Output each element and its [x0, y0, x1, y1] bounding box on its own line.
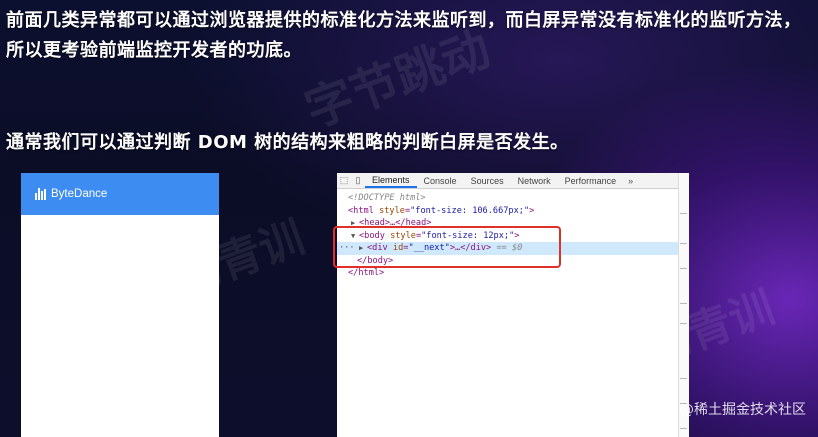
- device-toggle-icon[interactable]: ▯: [351, 173, 365, 188]
- highlight-box: [333, 226, 561, 268]
- brand-name: ByteDance: [51, 188, 108, 200]
- site-watermark: @稀土掘金技术社区: [680, 402, 806, 418]
- html-attr-value: "font-size: 106.667px;": [410, 205, 530, 216]
- inspect-element-icon[interactable]: ⬚: [337, 173, 351, 188]
- intro-paragraph: 前面几类异常都可以通过浏览器提供的标准化方法来监听到，而白屏异常没有标准化的监听…: [6, 10, 802, 61]
- tab-console[interactable]: Console: [417, 173, 464, 188]
- html-tag: <html: [348, 205, 374, 216]
- dom-line-html-close[interactable]: </html>: [337, 267, 689, 280]
- more-tabs-icon[interactable]: »: [623, 173, 638, 188]
- html-attr: style: [379, 205, 405, 216]
- tab-elements[interactable]: Elements: [365, 173, 417, 188]
- tab-performance[interactable]: Performance: [558, 173, 624, 188]
- app-header-bar: ByteDance: [21, 173, 219, 215]
- bytedance-logo-icon: [35, 188, 46, 200]
- tab-sources[interactable]: Sources: [464, 173, 511, 188]
- devtools-tabbar: ⬚ ▯ Elements Console Sources Network Per…: [337, 173, 689, 189]
- styles-pane-edge: [678, 173, 689, 437]
- devtools-panel: ⬚ ▯ Elements Console Sources Network Per…: [337, 173, 689, 437]
- doctype-text: <!DOCTYPE html>: [348, 193, 426, 203]
- html-close-tag: </html>: [348, 268, 385, 278]
- dom-line-html[interactable]: <html style="font-size: 106.667px;">: [337, 205, 689, 218]
- dom-line-doctype[interactable]: <!DOCTYPE html>: [337, 192, 689, 205]
- dom-check-paragraph: 通常我们可以通过判断 DOM 树的结构来粗略的判断白屏是否发生。: [6, 132, 569, 153]
- tab-network[interactable]: Network: [511, 173, 558, 188]
- blank-page-screenshot: ByteDance: [21, 173, 219, 437]
